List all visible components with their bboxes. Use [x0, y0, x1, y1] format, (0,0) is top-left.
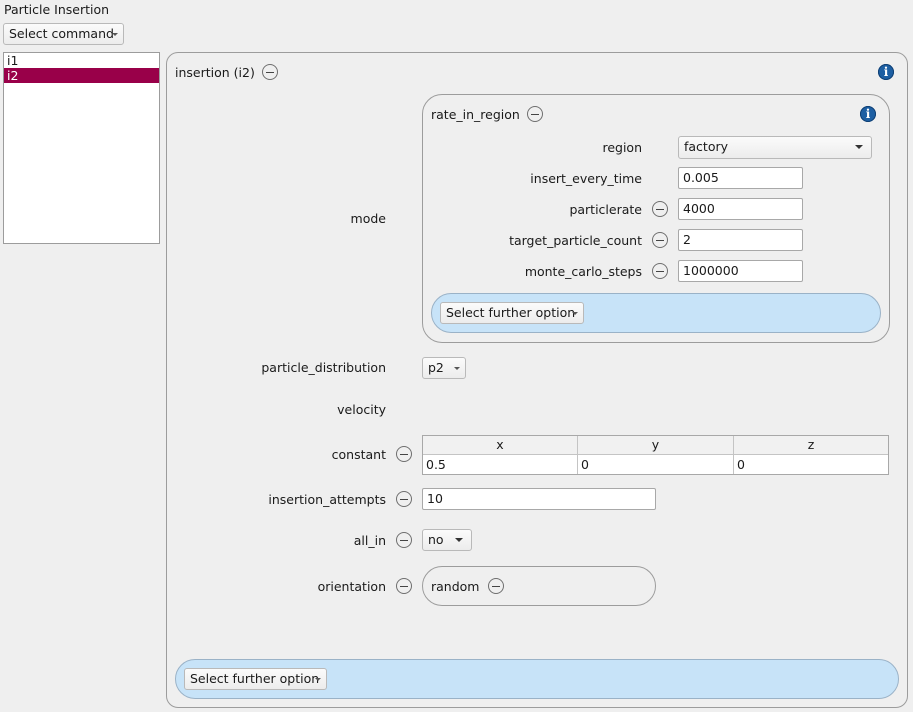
table-cell-x[interactable]: 0.5 [423, 455, 578, 474]
remove-constant-icon[interactable] [396, 446, 412, 462]
remove-insertion-attempts-icon[interactable] [396, 491, 412, 507]
mode-info-icon[interactable]: i [860, 106, 876, 122]
mode-label: mode [350, 211, 386, 226]
particle-distribution-label: particle_distribution [261, 360, 386, 375]
all-in-value: no [428, 532, 444, 547]
table-header-z: z [807, 437, 815, 452]
remove-orientation-icon[interactable] [396, 578, 412, 594]
particle-distribution-dropdown[interactable]: p2 [422, 357, 466, 379]
chevron-down-icon [855, 145, 863, 149]
particlerate-input[interactable]: 4000 [678, 198, 803, 220]
chevron-down-icon [454, 367, 460, 370]
insertion-attempts-label: insertion_attempts [268, 492, 386, 507]
region-dropdown[interactable]: factory [678, 136, 872, 159]
mode-select-further-option-dropdown[interactable]: Select further option [440, 302, 584, 324]
remove-orientation-value-icon[interactable] [488, 578, 504, 594]
orientation-label: orientation [317, 579, 386, 594]
table-cell-z[interactable]: 0 [734, 455, 888, 474]
target-particle-count-input[interactable]: 2 [678, 229, 803, 251]
rate-in-region-title: rate_in_region [431, 107, 520, 122]
chevron-down-icon [315, 678, 321, 681]
region-label: region [602, 140, 642, 155]
insertion-title: insertion (i2) [175, 65, 255, 80]
insertion-select-further-option-dropdown[interactable]: Select further option [184, 668, 327, 690]
app-title: Particle Insertion [4, 2, 110, 17]
monte-carlo-steps-input[interactable]: 1000000 [678, 260, 803, 282]
list-item-label: i2 [7, 68, 19, 83]
constant-table: x y z 0.5 0 0 [422, 435, 889, 475]
list-item-label: i1 [7, 53, 19, 68]
list-item-i1[interactable]: i1 [4, 54, 159, 68]
insertion-info-icon[interactable]: i [878, 64, 894, 80]
table-header-x: x [423, 436, 578, 454]
insertion-select-further-option-label: Select further option [190, 671, 320, 686]
particlerate-label: particlerate [569, 202, 642, 217]
target-particle-count-label: target_particle_count [509, 233, 642, 248]
table-cell-y[interactable]: 0 [578, 455, 734, 474]
remove-insertion-icon[interactable] [262, 64, 278, 80]
select-command-label: Select command [9, 26, 114, 41]
remove-mode-icon[interactable] [527, 106, 543, 122]
remove-monte-carlo-steps-icon[interactable] [652, 263, 668, 279]
remove-target-particle-count-icon[interactable] [652, 232, 668, 248]
particle-distribution-value: p2 [428, 360, 444, 375]
list-item-i2-selected[interactable]: i2 [4, 68, 159, 83]
orientation-value: random [431, 579, 480, 594]
table-header-y: y [578, 436, 734, 454]
chevron-down-icon [112, 33, 118, 36]
insertion-list[interactable]: i1 i2 [3, 52, 160, 244]
insertion-attempts-input[interactable]: 10 [422, 488, 656, 510]
remove-all-in-icon[interactable] [396, 532, 412, 548]
all-in-dropdown[interactable]: no [422, 529, 472, 551]
insert-every-time-label: insert_every_time [530, 171, 642, 186]
select-command-dropdown[interactable]: Select command [3, 23, 124, 45]
chevron-down-icon [455, 538, 463, 542]
velocity-label: velocity [337, 402, 386, 417]
mode-select-further-option-label: Select further option [446, 305, 576, 320]
chevron-down-icon [572, 312, 578, 315]
constant-label: constant [331, 447, 386, 462]
all-in-label: all_in [353, 533, 386, 548]
monte-carlo-steps-label: monte_carlo_steps [524, 264, 642, 279]
insert-every-time-input[interactable]: 0.005 [678, 167, 803, 189]
region-value: factory [684, 139, 729, 154]
remove-particlerate-icon[interactable] [652, 201, 668, 217]
table-header-row: x y z [423, 436, 888, 455]
